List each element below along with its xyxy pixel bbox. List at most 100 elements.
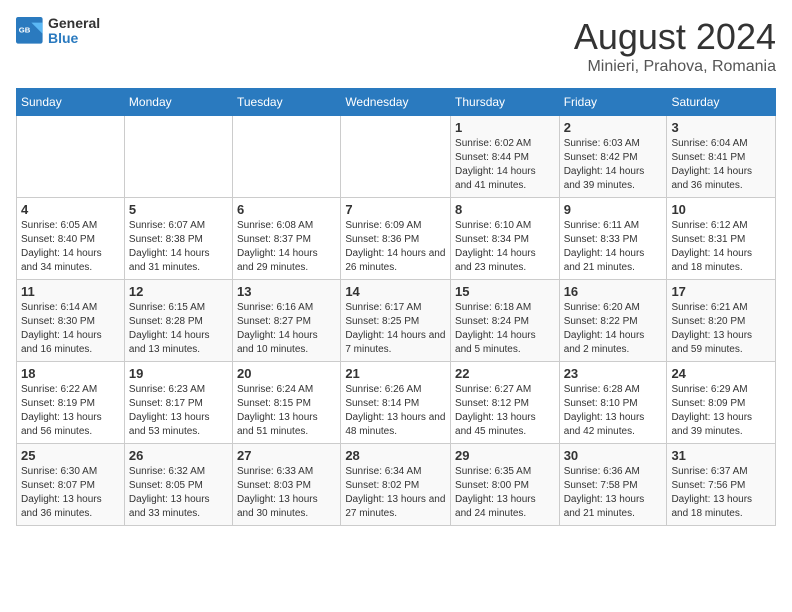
calendar-cell: 6 Sunrise: 6:08 AM Sunset: 8:37 PM Daylig… xyxy=(233,198,341,280)
day-info: Sunrise: 6:05 AM Sunset: 8:40 PM Dayligh… xyxy=(21,219,120,275)
calendar-cell: 27 Sunrise: 6:33 AM Sunset: 8:03 PM Dayli… xyxy=(233,444,341,526)
day-number: 2 xyxy=(564,120,663,135)
day-info: Sunrise: 6:04 AM Sunset: 8:41 PM Dayligh… xyxy=(671,137,771,193)
day-info: Sunrise: 6:10 AM Sunset: 8:34 PM Dayligh… xyxy=(455,219,555,275)
logo-line1: General xyxy=(48,16,100,31)
day-info: Sunrise: 6:33 AM Sunset: 8:03 PM Dayligh… xyxy=(237,465,336,521)
logo-icon: GB xyxy=(16,17,44,45)
calendar-cell: 25 Sunrise: 6:30 AM Sunset: 8:07 PM Dayli… xyxy=(17,444,125,526)
day-info: Sunrise: 6:28 AM Sunset: 8:10 PM Dayligh… xyxy=(564,383,663,439)
calendar-cell: 26Sunrise: 6:32 AM Sunset: 8:05 PM Dayli… xyxy=(124,444,232,526)
day-number: 14 xyxy=(345,284,446,299)
day-number: 6 xyxy=(237,202,336,217)
day-number: 21 xyxy=(345,366,446,381)
calendar-cell: 22 Sunrise: 6:27 AM Sunset: 8:12 PM Dayli… xyxy=(451,362,560,444)
day-number: 16 xyxy=(564,284,663,299)
day-number: 27 xyxy=(237,448,336,463)
calendar-title: August 2024 xyxy=(574,16,776,58)
calendar-cell: 3 Sunrise: 6:04 AM Sunset: 8:41 PM Daylig… xyxy=(667,116,776,198)
calendar-cell: 23 Sunrise: 6:28 AM Sunset: 8:10 PM Dayli… xyxy=(559,362,667,444)
calendar-cell: 10Sunrise: 6:12 AM Sunset: 8:31 PM Dayli… xyxy=(667,198,776,280)
day-info: Sunrise: 6:34 AM Sunset: 8:02 PM Dayligh… xyxy=(345,465,446,521)
header: GB General Blue August 2024 Minieri, Pra… xyxy=(16,16,776,76)
calendar-cell: 7 Sunrise: 6:09 AM Sunset: 8:36 PM Daylig… xyxy=(341,198,451,280)
day-info: Sunrise: 6:11 AM Sunset: 8:33 PM Dayligh… xyxy=(564,219,663,275)
day-info: Sunrise: 6:36 AM Sunset: 7:58 PM Dayligh… xyxy=(564,465,663,521)
calendar-cell: 30 Sunrise: 6:36 AM Sunset: 7:58 PM Dayli… xyxy=(559,444,667,526)
day-number: 23 xyxy=(564,366,663,381)
day-info: Sunrise: 6:20 AM Sunset: 8:22 PM Dayligh… xyxy=(564,301,663,357)
day-info: Sunrise: 6:26 AM Sunset: 8:14 PM Dayligh… xyxy=(345,383,446,439)
day-number: 8 xyxy=(455,202,555,217)
day-info: Sunrise: 6:35 AM Sunset: 8:00 PM Dayligh… xyxy=(455,465,555,521)
day-number: 24 xyxy=(671,366,771,381)
day-number: 10 xyxy=(671,202,771,217)
calendar-cell: 15 Sunrise: 6:18 AM Sunset: 8:24 PM Dayli… xyxy=(451,280,560,362)
day-info: Sunrise: 6:32 AM Sunset: 8:05 PM Dayligh… xyxy=(129,465,228,521)
day-number: 4 xyxy=(21,202,120,217)
day-info: Sunrise: 6:15 AM Sunset: 8:28 PM Dayligh… xyxy=(129,301,228,357)
day-info: Sunrise: 6:23 AM Sunset: 8:17 PM Dayligh… xyxy=(129,383,228,439)
week-row-1: 4 Sunrise: 6:05 AM Sunset: 8:40 PM Daylig… xyxy=(17,198,776,280)
calendar-cell: 1 Sunrise: 6:02 AM Sunset: 8:44 PM Daylig… xyxy=(451,116,560,198)
day-number: 15 xyxy=(455,284,555,299)
calendar-cell: 24 Sunrise: 6:29 AM Sunset: 8:09 PM Dayli… xyxy=(667,362,776,444)
day-info: Sunrise: 6:18 AM Sunset: 8:24 PM Dayligh… xyxy=(455,301,555,357)
calendar-cell: 20Sunrise: 6:24 AM Sunset: 8:15 PM Dayli… xyxy=(233,362,341,444)
day-info: Sunrise: 6:29 AM Sunset: 8:09 PM Dayligh… xyxy=(671,383,771,439)
weekday-header-tuesday: Tuesday xyxy=(233,89,341,116)
day-info: Sunrise: 6:22 AM Sunset: 8:19 PM Dayligh… xyxy=(21,383,120,439)
calendar-cell: 14 Sunrise: 6:17 AM Sunset: 8:25 PM Dayli… xyxy=(341,280,451,362)
calendar-cell: 16 Sunrise: 6:20 AM Sunset: 8:22 PM Dayli… xyxy=(559,280,667,362)
day-number: 3 xyxy=(671,120,771,135)
day-number: 1 xyxy=(455,120,555,135)
calendar-cell: 2Sunrise: 6:03 AM Sunset: 8:42 PM Daylig… xyxy=(559,116,667,198)
calendar-cell xyxy=(341,116,451,198)
calendar-cell: 21 Sunrise: 6:26 AM Sunset: 8:14 PM Dayli… xyxy=(341,362,451,444)
weekday-header-monday: Monday xyxy=(124,89,232,116)
calendar-cell xyxy=(124,116,232,198)
weekday-header-wednesday: Wednesday xyxy=(341,89,451,116)
calendar-cell: 18 Sunrise: 6:22 AM Sunset: 8:19 PM Dayli… xyxy=(17,362,125,444)
logo: GB General Blue xyxy=(16,16,100,47)
weekday-header-sunday: Sunday xyxy=(17,89,125,116)
day-info: Sunrise: 6:07 AM Sunset: 8:38 PM Dayligh… xyxy=(129,219,228,275)
day-number: 30 xyxy=(564,448,663,463)
week-row-3: 18 Sunrise: 6:22 AM Sunset: 8:19 PM Dayli… xyxy=(17,362,776,444)
day-info: Sunrise: 6:21 AM Sunset: 8:20 PM Dayligh… xyxy=(671,301,771,357)
day-number: 25 xyxy=(21,448,120,463)
calendar-cell: 17 Sunrise: 6:21 AM Sunset: 8:20 PM Dayli… xyxy=(667,280,776,362)
title-area: August 2024 Minieri, Prahova, Romania xyxy=(574,16,776,76)
day-number: 12 xyxy=(129,284,228,299)
calendar-cell: 31Sunrise: 6:37 AM Sunset: 7:56 PM Dayli… xyxy=(667,444,776,526)
calendar-cell: 19 Sunrise: 6:23 AM Sunset: 8:17 PM Dayli… xyxy=(124,362,232,444)
calendar-cell: 28 Sunrise: 6:34 AM Sunset: 8:02 PM Dayli… xyxy=(341,444,451,526)
week-row-4: 25 Sunrise: 6:30 AM Sunset: 8:07 PM Dayli… xyxy=(17,444,776,526)
day-info: Sunrise: 6:37 AM Sunset: 7:56 PM Dayligh… xyxy=(671,465,771,521)
day-info: Sunrise: 6:24 AM Sunset: 8:15 PM Dayligh… xyxy=(237,383,336,439)
weekday-header-saturday: Saturday xyxy=(667,89,776,116)
day-number: 22 xyxy=(455,366,555,381)
day-number: 19 xyxy=(129,366,228,381)
day-info: Sunrise: 6:08 AM Sunset: 8:37 PM Dayligh… xyxy=(237,219,336,275)
weekday-header-thursday: Thursday xyxy=(451,89,560,116)
day-info: Sunrise: 6:27 AM Sunset: 8:12 PM Dayligh… xyxy=(455,383,555,439)
calendar-cell xyxy=(233,116,341,198)
day-number: 28 xyxy=(345,448,446,463)
day-info: Sunrise: 6:09 AM Sunset: 8:36 PM Dayligh… xyxy=(345,219,446,275)
day-info: Sunrise: 6:30 AM Sunset: 8:07 PM Dayligh… xyxy=(21,465,120,521)
day-info: Sunrise: 6:02 AM Sunset: 8:44 PM Dayligh… xyxy=(455,137,555,193)
day-number: 17 xyxy=(671,284,771,299)
day-number: 29 xyxy=(455,448,555,463)
day-number: 5 xyxy=(129,202,228,217)
calendar-cell: 8 Sunrise: 6:10 AM Sunset: 8:34 PM Daylig… xyxy=(451,198,560,280)
day-info: Sunrise: 6:17 AM Sunset: 8:25 PM Dayligh… xyxy=(345,301,446,357)
week-row-2: 11Sunrise: 6:14 AM Sunset: 8:30 PM Dayli… xyxy=(17,280,776,362)
day-number: 18 xyxy=(21,366,120,381)
calendar-cell: 4 Sunrise: 6:05 AM Sunset: 8:40 PM Daylig… xyxy=(17,198,125,280)
calendar-cell: 11Sunrise: 6:14 AM Sunset: 8:30 PM Dayli… xyxy=(17,280,125,362)
day-number: 9 xyxy=(564,202,663,217)
logo-line2: Blue xyxy=(48,31,100,46)
day-number: 7 xyxy=(345,202,446,217)
day-info: Sunrise: 6:16 AM Sunset: 8:27 PM Dayligh… xyxy=(237,301,336,357)
